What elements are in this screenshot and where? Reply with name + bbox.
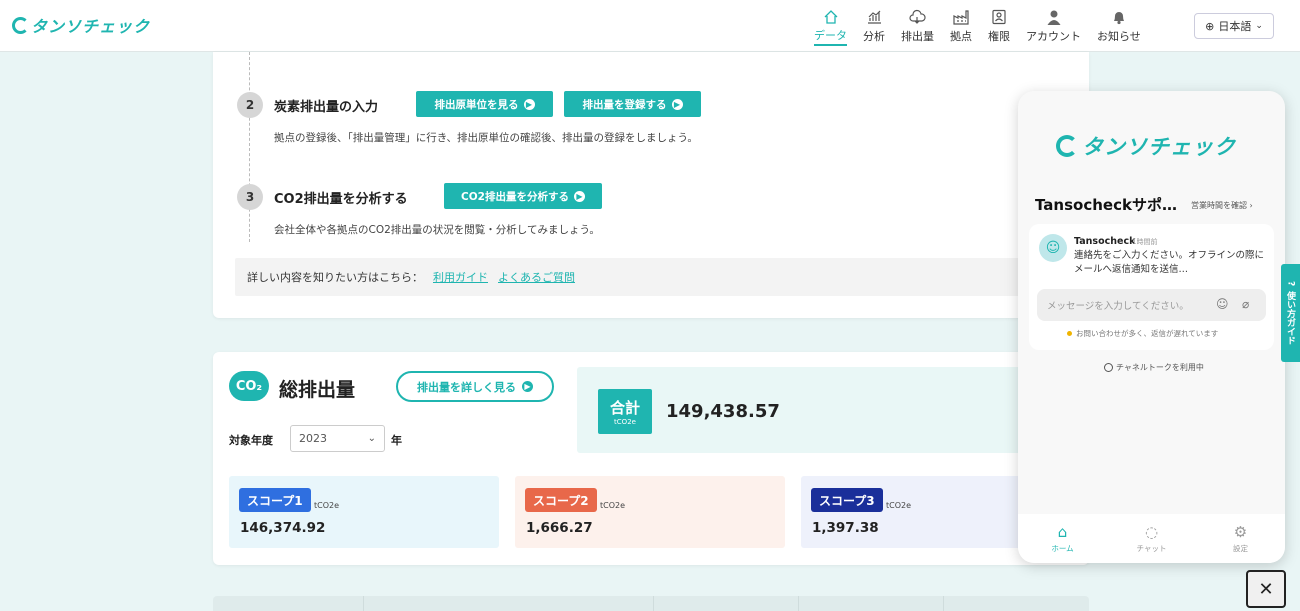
co2-cloud-icon: CO₂ [229, 371, 269, 401]
register-emissions-button[interactable]: 排出量を登録する ▶ [564, 91, 701, 117]
bot-avatar: ☺ [1039, 234, 1067, 262]
arrow-right-icon: ▶ [573, 190, 585, 202]
year-label: 対象年度 [229, 434, 273, 447]
scope-badge: スコープ3 [811, 488, 883, 512]
divider [798, 596, 799, 611]
scope-value: 1,666.27 [526, 520, 593, 536]
home-icon: ⌂ [1057, 523, 1068, 541]
step-title: 炭素排出量の入力 [274, 100, 379, 115]
top-header: タンソチェック データ 分析 排出量 拠点 権限 アカウント お知らせ ⊕ 日本… [0, 0, 1300, 52]
chat-tab-home[interactable]: ⌂ ホーム [1028, 523, 1098, 554]
nav-item-data[interactable]: データ [806, 8, 855, 46]
bot-message: 連絡先をご入力ください。オフラインの際にメールへ返信通知を送信… [1074, 250, 1265, 275]
language-select[interactable]: ⊕ 日本語 ⌄ [1194, 13, 1274, 39]
step-title: CO2排出量を分析する [274, 192, 408, 207]
nav-item-notifications[interactable]: お知らせ [1089, 8, 1149, 46]
scope-value: 146,374.92 [240, 520, 326, 536]
gear-icon: ⚙ [1233, 523, 1248, 541]
step-description: 会社全体や各拠点のCO2排出量の状況を閲覧・分析してみましょう。 [274, 224, 600, 236]
section-title: 総排出量 [279, 379, 356, 401]
scope-unit: tCO2e [314, 501, 340, 510]
step-description: 拠点の登録後、「排出量管理」に行き、排出原単位の確認後、排出量の登録をしましょう… [274, 132, 698, 144]
brand-logo[interactable]: タンソチェック [12, 13, 150, 37]
next-section-header [213, 596, 1089, 611]
arrow-right-icon: ▶ [523, 98, 535, 110]
bell-icon [1110, 8, 1128, 26]
business-hours-link[interactable]: 営業時間を確認 › [1191, 200, 1253, 211]
chat-tab-chat[interactable]: ◌ チャット [1117, 523, 1187, 554]
support-chat-widget: タンソチェック Tansocheckサポ… 営業時間を確認 › ☺ Tansoc… [1018, 91, 1285, 563]
arrow-right-icon: ▶ [671, 98, 683, 110]
help-links-bar: 詳しい内容を知りたい方はこちら： 利用ガイド よくあるご質問 [235, 258, 1035, 296]
step-number: 2 [237, 92, 263, 118]
scope-1-card: スコープ1 tCO2e 146,374.92 [229, 476, 499, 548]
divider [363, 596, 364, 611]
help-circle-icon: ? [1285, 281, 1296, 287]
conversation-card[interactable]: ☺ Tansocheck 1時間前 連絡先をご入力ください。オフラインの際にメー… [1029, 224, 1274, 350]
chevron-down-icon: ⌄ [1255, 21, 1263, 31]
year-select[interactable]: 2023 ⌄ [290, 425, 385, 452]
total-badge: 合計 tCO2e [598, 389, 652, 434]
nav-item-sites[interactable]: 拠点 [942, 8, 980, 46]
faq-link[interactable]: よくあるご質問 [498, 269, 575, 285]
chat-footer-nav: ⌂ ホーム ◌ チャット ⚙ 設定 [1018, 514, 1285, 563]
view-emission-factors-button[interactable]: 排出原単位を見る ▶ [416, 91, 553, 117]
chevron-right-icon: › [1249, 201, 1253, 210]
logo-mark-icon [12, 16, 29, 34]
message-input[interactable]: メッセージを入力してください。 ☺ ⌀ [1037, 289, 1266, 321]
bot-name: Tansocheck [1074, 236, 1136, 247]
logo-mark-icon [1056, 135, 1078, 157]
chat-brand-logo: タンソチェック [1056, 131, 1236, 161]
nav-item-permissions[interactable]: 権限 [980, 8, 1018, 46]
home-icon [822, 8, 840, 25]
scope-unit: tCO2e [886, 501, 912, 510]
divider [653, 596, 654, 611]
divider [943, 596, 944, 611]
chat-tab-settings[interactable]: ⚙ 設定 [1206, 523, 1276, 554]
id-card-icon [990, 8, 1008, 26]
step-number: 3 [237, 184, 263, 210]
scope-3-card: スコープ3 tCO2e 1,397.38 [801, 476, 1037, 548]
scope-badge: スコープ1 [239, 488, 311, 512]
total-value: 149,438.57 [666, 401, 780, 422]
chat-icon: ◌ [1144, 523, 1159, 541]
scope-2-card: スコープ2 tCO2e 1,666.27 [515, 476, 785, 548]
chart-icon [865, 8, 883, 26]
response-delay-notice: お問い合わせが多く、返信が遅れています [1067, 328, 1218, 339]
close-chat-button[interactable]: ✕ [1246, 570, 1286, 608]
globe-icon: ⊕ [1205, 19, 1215, 33]
cloud-icon [909, 8, 927, 26]
nav-item-emissions[interactable]: 排出量 [893, 8, 942, 46]
view-emissions-detail-button[interactable]: 排出量を詳しく見る ▶ [396, 371, 554, 402]
channeltalk-icon [1104, 363, 1113, 372]
scope-value: 1,397.38 [812, 520, 879, 536]
emoji-icon[interactable]: ☺ [1216, 297, 1229, 311]
powered-by[interactable]: チャネルトークを利用中 [1104, 362, 1204, 373]
user-icon [1045, 8, 1063, 26]
status-dot [1067, 331, 1072, 336]
chevron-down-icon: ⌄ [367, 433, 376, 444]
usage-guide-tab[interactable]: ? 使い方ガイド [1281, 264, 1300, 362]
steps-connector [249, 52, 250, 242]
nav-item-account[interactable]: アカウント [1018, 8, 1089, 46]
user-guide-link[interactable]: 利用ガイド [433, 269, 488, 285]
message-time: 1時間前 [1132, 238, 1158, 246]
nav-item-analysis[interactable]: 分析 [855, 8, 893, 46]
scope-badge: スコープ2 [525, 488, 597, 512]
factory-icon [952, 8, 970, 26]
attachment-icon[interactable]: ⌀ [1242, 297, 1249, 311]
scope-unit: tCO2e [600, 501, 626, 510]
main-nav: データ 分析 排出量 拠点 権限 アカウント お知らせ [806, 8, 1149, 46]
analyze-co2-button[interactable]: CO2排出量を分析する ▶ [444, 183, 602, 209]
chat-title: Tansocheckサポ… [1035, 196, 1177, 214]
year-unit: 年 [391, 434, 402, 447]
arrow-right-icon: ▶ [522, 381, 533, 392]
